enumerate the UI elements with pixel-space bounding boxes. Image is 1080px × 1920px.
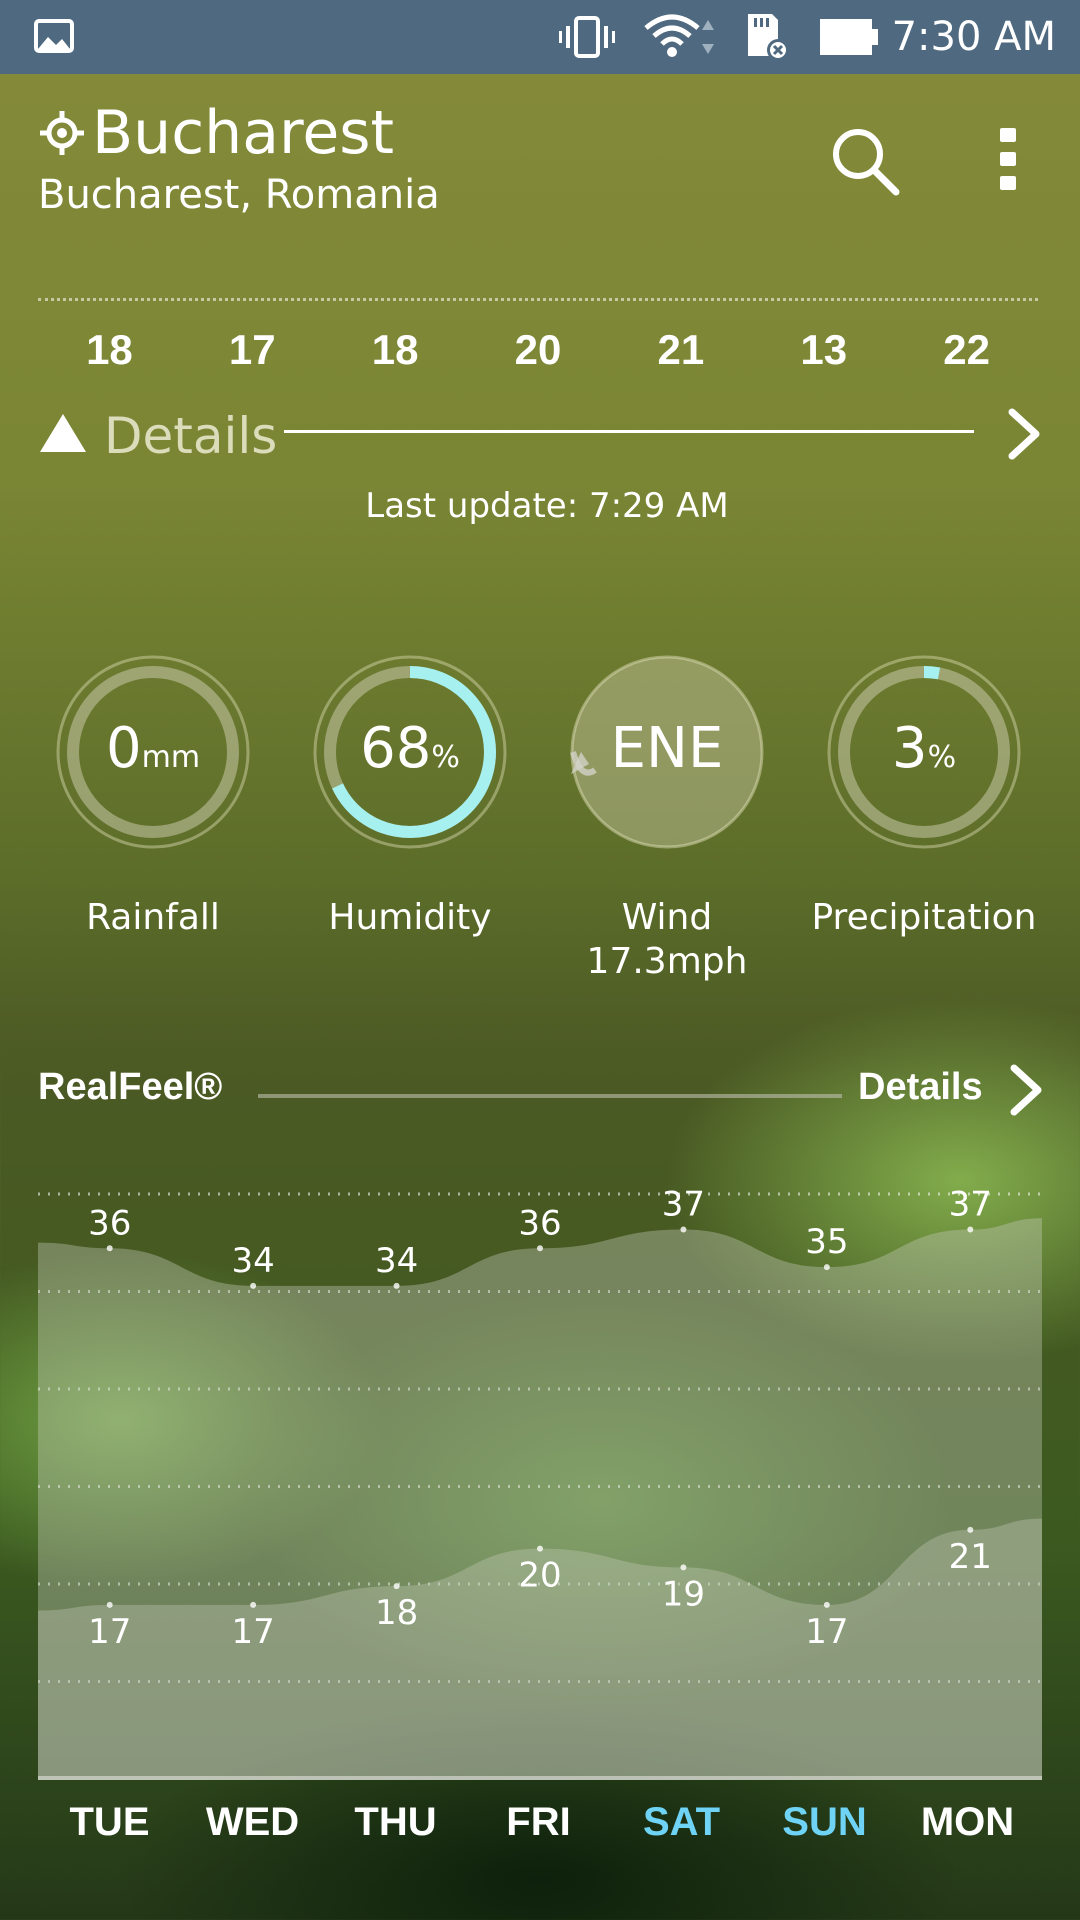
rainfall-value: 0mm [105,716,201,781]
data-point [537,1545,543,1552]
day-label: TUE [69,1800,150,1844]
rainfall-gauge: 0mm Rainfall [38,652,268,940]
more-options-icon[interactable] [990,124,1026,194]
location-header[interactable]: Bucharest Bucharest, Romania [38,98,440,220]
day-label weekend: SUN [782,1800,867,1844]
data-label: 36 [518,1203,561,1243]
gallery-icon [34,19,74,53]
data-point [680,1564,687,1571]
forecast-temp: 22 [943,326,990,373]
details-label: Details [104,407,278,465]
realfeel-chart: 36 34 34 36 37 35 37 17 17 18 20 19 17 21 [38,1185,1042,1780]
data-label: 21 [949,1537,992,1577]
humidity-label: Humidity [328,897,492,938]
data-point [393,1583,400,1590]
forecast-temp: 13 [800,326,848,373]
last-update: Last update: 7:29 AM [365,486,729,526]
data-label: 36 [88,1203,131,1243]
data-point [823,1264,830,1271]
data-label: 17 [88,1612,131,1652]
day-label weekend: SAT [642,1800,721,1844]
realfeel-details-link[interactable]: Details [858,1066,983,1109]
realfeel-header: RealFeel® Details [38,1062,1042,1122]
humidity-gauge: 68% Humidity [295,652,525,940]
data-label: 17 [232,1612,275,1652]
forecast-temp: 20 [514,326,562,373]
sd-card-error-icon [748,14,789,61]
details-divider [284,430,974,433]
clock: 7:30 AM [891,14,1056,60]
realfeel-title: RealFeel® [38,1066,223,1108]
wind-speed: 17.3mph [586,941,748,982]
data-label: 37 [949,1185,992,1225]
data-label: 34 [232,1241,275,1281]
day-label: FRI [506,1800,571,1844]
rainfall-label: Rainfall [86,897,220,938]
forecast-temperatures: 18 17 18 20 21 13 22 [38,326,1038,374]
search-icon[interactable] [826,122,902,198]
wind-direction: ENE [610,716,724,781]
data-point [106,1601,113,1608]
day-label: MON [920,1800,1015,1844]
weather-gauges: 0mm Rainfall 68% Humidity ENE Wind 17.3mp… [38,652,1052,992]
data-label: 18 [375,1593,418,1633]
day-label: WED [205,1800,300,1844]
details-toggle[interactable]: Details [38,406,1042,466]
chevron-right-icon[interactable] [1004,406,1044,462]
humidity-value: 68% [360,716,460,781]
divider-dotted [38,298,1038,301]
wind-label: Wind 17.3mph [552,896,782,984]
data-point [967,1226,974,1233]
data-label: 34 [375,1241,418,1281]
data-point [967,1526,974,1533]
vibrate-icon [559,16,615,58]
wind-gauge: ENE Wind 17.3mph [552,652,782,984]
city-name: Bucharest [92,98,395,168]
location-icon [40,111,84,155]
forecast-temp: 18 [86,326,133,373]
forecast-temp: 18 [371,326,419,373]
data-label: 17 [805,1612,848,1652]
data-point [393,1282,400,1289]
precipitation-value: 3% [891,716,957,781]
data-point [537,1245,543,1252]
data-point [250,1601,257,1608]
battery-icon [820,19,878,55]
status-icons [558,12,880,62]
data-point [106,1245,113,1252]
precipitation-gauge: 3% Precipitation [809,652,1039,940]
data-label: 19 [662,1574,705,1614]
collapse-triangle-icon [40,414,86,452]
data-label: 37 [662,1185,705,1225]
status-bar: 7:30 AM [0,0,1080,74]
data-label: 35 [805,1222,848,1262]
realfeel-divider [258,1094,842,1098]
data-point [680,1226,687,1233]
wifi-icon [644,14,714,57]
region-name: Bucharest, Romania [38,172,440,218]
day-labels: TUE WED THU FRI SAT SUN MON [38,1800,1042,1845]
forecast-temp: 21 [657,326,705,373]
day-label: THU [354,1800,437,1844]
forecast-temp: 17 [228,326,276,373]
data-point [823,1601,830,1608]
chevron-right-icon[interactable] [1006,1062,1046,1118]
precipitation-label: Precipitation [811,897,1037,938]
data-label: 20 [518,1556,561,1596]
data-point [250,1282,257,1289]
